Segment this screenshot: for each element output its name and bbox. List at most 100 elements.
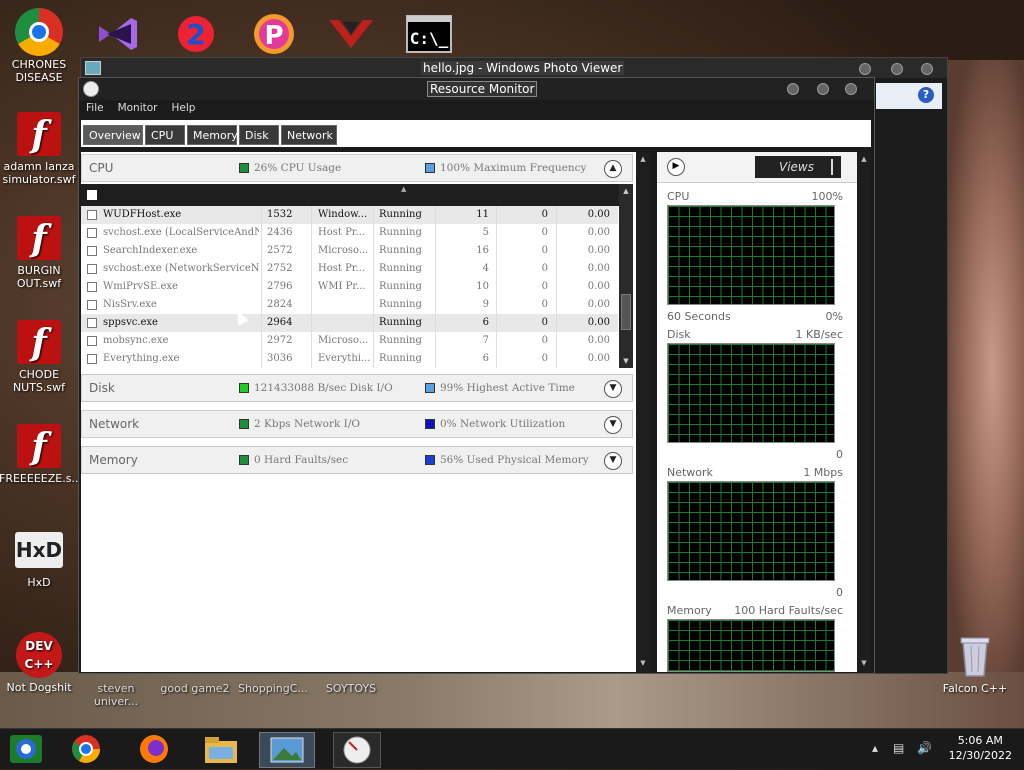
desktop-icon-chode-nuts[interactable]: f CHODE NUTS.swf <box>0 320 79 394</box>
desktop-icon-hxd[interactable]: HxD HxD <box>0 532 79 589</box>
cell-status: Running <box>379 353 422 364</box>
table-row[interactable]: WmiPrvSE.exe 2796 WMI Pr... Running 10 0… <box>81 278 618 296</box>
close-button[interactable] <box>921 63 933 75</box>
menu-monitor[interactable]: Monitor <box>111 100 165 116</box>
minimize-button[interactable] <box>859 63 871 75</box>
row-checkbox[interactable] <box>87 354 97 364</box>
network-section-title: Network <box>89 417 140 431</box>
scroll-down-arrow-icon[interactable]: ▼ <box>859 658 869 668</box>
menu-file[interactable]: File <box>79 100 111 116</box>
network-graph <box>667 481 835 581</box>
desktop-icon-freeeeeze[interactable]: f FREEEEEZE.s... <box>0 424 82 485</box>
table-row[interactable]: NisSrv.exe 2824 Running 9 0 0.00 <box>81 296 618 314</box>
taskbar-firefox-icon[interactable] <box>134 733 174 765</box>
desktop-icon-good-game2[interactable]: good game2 <box>155 682 235 695</box>
help-icon[interactable]: ? <box>918 87 934 103</box>
taskbar-explorer-icon[interactable] <box>201 733 241 765</box>
maximize-button[interactable] <box>891 63 903 75</box>
recycle-bin-icon <box>951 632 999 680</box>
table-row[interactable]: sppsvc.exe 2964 Running 6 0 0.00 <box>81 314 618 332</box>
cell-pid: 2964 <box>267 317 293 328</box>
row-checkbox[interactable] <box>87 210 97 220</box>
desktop-icon-not-dogshit[interactable]: DEV C++ Not Dogshit <box>0 632 79 694</box>
desktop-icon-steven[interactable]: steven univer... <box>76 682 156 708</box>
tab-disk[interactable]: Disk <box>239 125 279 145</box>
table-row[interactable]: WUDFHost.exe 1532 Window... Running 11 0… <box>81 206 618 224</box>
cell-average-cpu: 0.00 <box>587 299 610 310</box>
desktop-icon-chrones-disease[interactable]: CHRONES DISEASE <box>0 8 79 84</box>
scroll-down-arrow-icon[interactable]: ▼ <box>638 658 648 668</box>
taskbar-chrome-icon[interactable] <box>66 733 106 765</box>
disk-section-header[interactable]: Disk 121433088 B/sec Disk I/O 99% Highes… <box>81 374 633 402</box>
cpu-section-header[interactable]: CPU 26% CPU Usage 100% Maximum Frequency… <box>81 154 633 182</box>
row-checkbox[interactable] <box>87 282 97 292</box>
expand-disk-button[interactable]: ▼ <box>604 380 622 398</box>
network-tray-icon[interactable]: ▤ <box>893 741 904 755</box>
show-hidden-icons-icon[interactable]: ▴ <box>872 741 878 755</box>
scroll-up-arrow-icon[interactable]: ▲ <box>638 154 648 164</box>
photo-viewer-titlebar[interactable]: hello.jpg - Windows Photo Viewer <box>81 58 947 78</box>
command-prompt-icon[interactable]: C:\_ <box>405 12 453 56</box>
maximize-button[interactable] <box>817 83 829 95</box>
taskbar-resource-monitor[interactable] <box>333 732 381 768</box>
cell-threads: 6 <box>482 317 489 328</box>
resource-monitor-titlebar[interactable]: Resource Monitor <box>79 78 874 100</box>
collapse-graphs-button[interactable]: ▶ <box>667 158 685 176</box>
scroll-thumb[interactable] <box>621 294 631 330</box>
left-panel-scrollbar[interactable]: ▲ ▼ <box>636 152 650 672</box>
expand-network-button[interactable]: ▼ <box>604 416 622 434</box>
expand-memory-button[interactable]: ▼ <box>604 452 622 470</box>
select-all-checkbox[interactable] <box>87 190 97 200</box>
row-checkbox[interactable] <box>87 246 97 256</box>
close-button[interactable] <box>845 83 857 95</box>
tab-network[interactable]: Network <box>281 125 337 145</box>
table-row[interactable]: svchost.exe (NetworkServiceN... 2752 Hos… <box>81 260 618 278</box>
cell-image: Everything.exe <box>103 353 180 364</box>
minimize-button[interactable] <box>787 83 799 95</box>
memory-section-header[interactable]: Memory 0 Hard Faults/sec 56% Used Physic… <box>81 446 633 474</box>
table-row[interactable]: Everything.exe 3036 Everythi... Running … <box>81 350 618 368</box>
row-checkbox[interactable] <box>87 318 97 328</box>
network-graph-max: 1 Mbps <box>803 466 843 479</box>
scroll-up-arrow-icon[interactable]: ▲ <box>859 154 869 164</box>
desktop-icon-shopping[interactable]: ShoppingC... <box>233 682 313 695</box>
cell-cpu: 0 <box>541 245 548 256</box>
row-checkbox[interactable] <box>87 264 97 274</box>
start-button[interactable] <box>6 733 46 765</box>
views-button[interactable]: Views <box>755 156 841 178</box>
valve-app-icon[interactable] <box>327 12 375 56</box>
network-graph-title: Network <box>667 466 713 479</box>
scroll-up-arrow-icon[interactable]: ▲ <box>621 186 631 196</box>
game-two-icon[interactable]: 2 <box>172 12 220 56</box>
row-checkbox[interactable] <box>87 228 97 238</box>
desktop-icon-adamn-lanza[interactable]: f adamn lanza simulator.swf <box>0 112 79 186</box>
row-checkbox[interactable] <box>87 300 97 310</box>
cpu-process-table: WUDFHost.exe 1532 Window... Running 11 0… <box>81 206 618 368</box>
row-checkbox[interactable] <box>87 336 97 346</box>
tab-memory[interactable]: Memory <box>187 125 238 145</box>
table-row[interactable]: mobsync.exe 2972 Microso... Running 7 0 … <box>81 332 618 350</box>
taskbar-photo-viewer[interactable] <box>259 732 315 768</box>
desktop-icon-burgin-out[interactable]: f BURGIN OUT.swf <box>0 216 79 290</box>
cpu-usage-text: 26% CPU Usage <box>254 162 342 174</box>
devcpp-icon: DEV C++ <box>16 632 62 678</box>
menu-help[interactable]: Help <box>165 100 203 116</box>
tab-overview[interactable]: Overview <box>83 125 143 145</box>
graph-panel-scrollbar[interactable]: ▲ ▼ <box>857 152 871 672</box>
table-row[interactable]: svchost.exe (LocalServiceAndN... 2436 Ho… <box>81 224 618 242</box>
cpu-table-scrollbar[interactable]: ▲ ▼ <box>619 184 633 368</box>
volume-tray-icon[interactable]: 🔊 <box>917 741 932 755</box>
scroll-down-arrow-icon[interactable]: ▼ <box>621 356 631 366</box>
table-row[interactable]: SearchIndexer.exe 2572 Microso... Runnin… <box>81 242 618 260</box>
cell-cpu: 0 <box>541 317 548 328</box>
network-section-header[interactable]: Network 2 Kbps Network I/O 0% Network Ut… <box>81 410 633 438</box>
flash-icon: f <box>17 320 61 364</box>
collapse-cpu-button[interactable]: ▲ <box>604 160 622 178</box>
cell-status: Running <box>379 263 422 274</box>
tab-cpu[interactable]: CPU <box>145 125 185 145</box>
p-app-icon[interactable]: P <box>250 12 298 56</box>
visual-studio-icon[interactable] <box>93 12 141 56</box>
resource-monitor-window[interactable]: Resource Monitor File Monitor Help Overvie… <box>78 77 875 674</box>
taskbar-clock[interactable]: 5:06 AM 12/30/2022 <box>949 733 1012 763</box>
desktop-icon-soytoys[interactable]: SOYTOYS <box>311 682 391 695</box>
